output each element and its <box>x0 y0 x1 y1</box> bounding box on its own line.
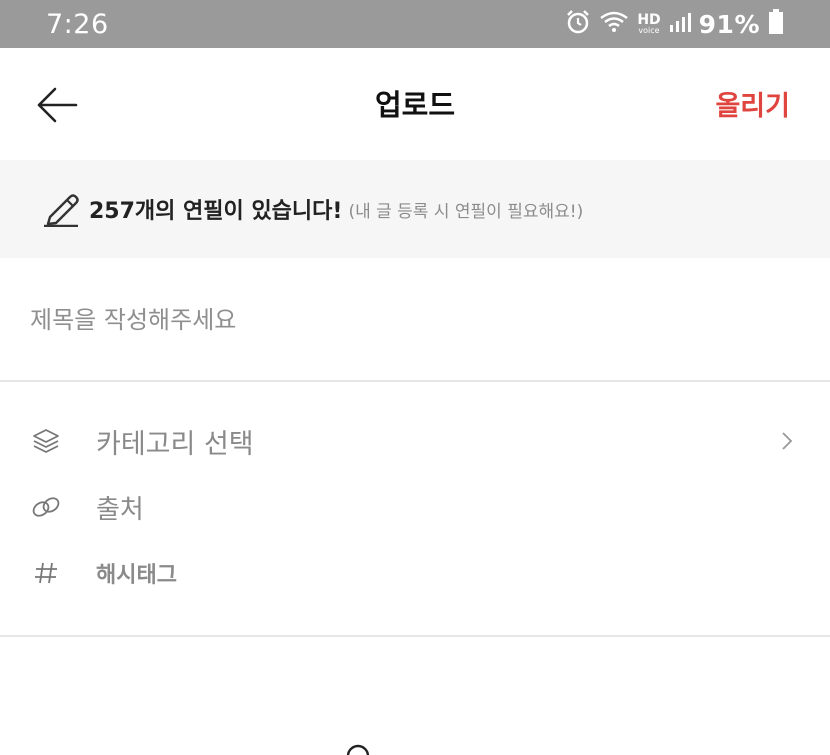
layers-icon <box>30 425 62 457</box>
divider <box>0 635 830 637</box>
header-bar: 업로드 올리기 <box>0 48 830 160</box>
camera-icon[interactable] <box>344 742 372 755</box>
status-icons: HD voice 91% <box>565 9 784 39</box>
alarm-icon <box>565 9 591 39</box>
upload-button[interactable]: 올리기 <box>715 84 790 123</box>
status-time: 7:26 <box>46 8 109 40</box>
title-input[interactable] <box>30 300 790 340</box>
pencil-icon <box>44 194 79 227</box>
hashtag-row[interactable]: 해시태그 <box>0 543 830 603</box>
hashtag-label: 해시태그 <box>96 563 177 588</box>
page-title: 업로드 <box>374 88 456 122</box>
source-row[interactable]: 출처 <box>0 477 830 537</box>
wifi-icon <box>599 10 629 38</box>
link-icon <box>30 491 62 523</box>
pencil-requirement-text: (내 글 등록 시 연필이 필요해요!) <box>348 201 584 222</box>
hd-voice-indicator: HD voice <box>637 13 660 35</box>
battery-icon <box>768 9 784 39</box>
battery-percent: 91% <box>698 9 760 39</box>
status-bar: 7:26 HD voice 91% <box>0 0 830 48</box>
chevron-right-icon <box>782 432 793 450</box>
divider <box>0 380 830 382</box>
source-label: 출처 <box>96 494 144 525</box>
category-select-row[interactable]: 카테고리 선택 <box>0 411 830 471</box>
pencil-count-text: 257개의 연필이 있습니다! <box>89 199 343 224</box>
hd-label: HD <box>637 12 661 28</box>
voice-label: voice <box>638 26 660 35</box>
category-label: 카테고리 선택 <box>96 428 254 460</box>
pencil-notice: 257개의 연필이 있습니다! (내 글 등록 시 연필이 필요해요!) <box>0 160 830 258</box>
hash-icon <box>30 557 62 589</box>
signal-icon <box>669 11 691 37</box>
upload-screen: 7:26 HD voice 91% 업로드 올리기 257개의 연필이 있습니다… <box>0 0 830 755</box>
title-section <box>0 258 830 380</box>
